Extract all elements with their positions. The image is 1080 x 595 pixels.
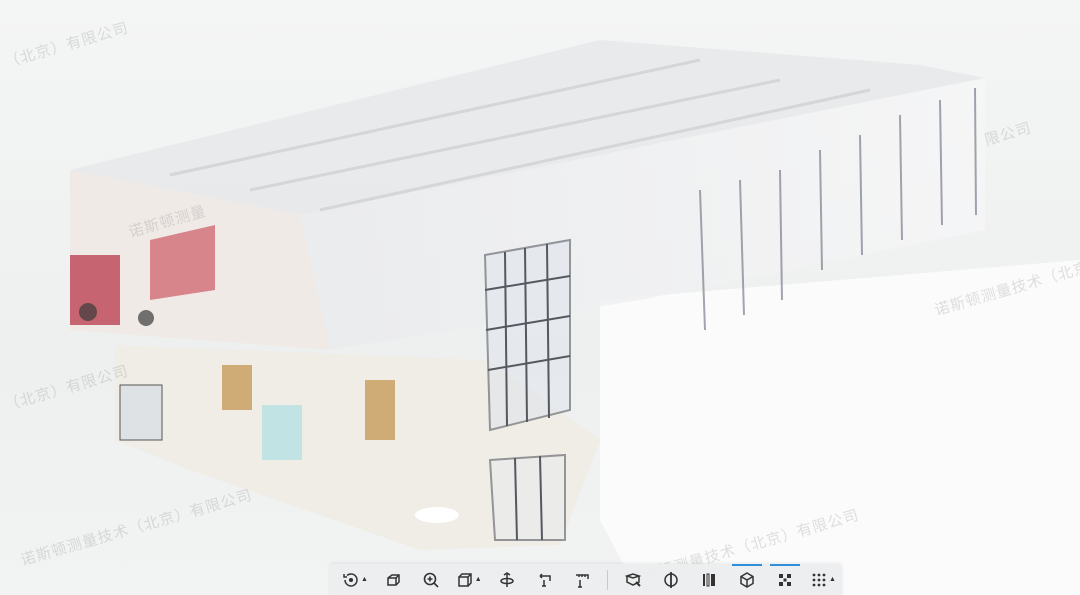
orbit-icon bbox=[343, 572, 358, 587]
view-cube-menu-caret[interactable]: ▲ bbox=[475, 576, 482, 583]
building-right-mass bbox=[600, 260, 1080, 595]
zoom-tool[interactable] bbox=[412, 564, 450, 595]
cube-solid-tool[interactable] bbox=[728, 564, 766, 595]
slice-tool[interactable] bbox=[690, 564, 728, 595]
rotate-icon bbox=[539, 572, 551, 587]
center-icon bbox=[499, 571, 514, 587]
orbit-menu-caret[interactable]: ▲ bbox=[361, 576, 368, 583]
cube-outline-icon bbox=[458, 572, 472, 587]
grid-dots-icon bbox=[812, 573, 826, 586]
cube-solid-icon bbox=[740, 571, 754, 588]
lower-door bbox=[365, 380, 395, 440]
pan-tool[interactable] bbox=[374, 564, 412, 595]
curtain-wall bbox=[483, 238, 571, 541]
lower-door bbox=[222, 365, 252, 410]
box-move-icon bbox=[387, 573, 400, 586]
clip-tool[interactable] bbox=[614, 564, 652, 595]
measure-icon bbox=[576, 573, 590, 588]
floor-light bbox=[415, 507, 459, 523]
point-cloud-scene[interactable] bbox=[0, 0, 1080, 595]
lower-window bbox=[119, 384, 163, 441]
cyan-panel bbox=[262, 405, 302, 460]
plant bbox=[79, 303, 97, 321]
measure-tool[interactable] bbox=[564, 564, 602, 595]
section-tool[interactable] bbox=[652, 564, 690, 595]
rotate-tool[interactable] bbox=[526, 564, 564, 595]
zoom-icon bbox=[423, 572, 439, 588]
clip-icon bbox=[625, 572, 642, 587]
view-cube-tool[interactable]: ▲ bbox=[450, 564, 488, 595]
orbit-tool[interactable]: ▲ bbox=[336, 564, 374, 595]
grid-tool[interactable]: ▲ bbox=[804, 564, 842, 595]
grid-menu-caret[interactable]: ▲ bbox=[829, 576, 836, 583]
toolbar-separator bbox=[607, 569, 609, 590]
section-icon bbox=[664, 571, 679, 588]
plant bbox=[138, 310, 154, 326]
3d-viewport[interactable]: （北京）有限公司 限公司 诺斯顿测量 （北京）有限公司 诺斯顿测量技术（北京）有… bbox=[0, 0, 1080, 595]
center-tool[interactable] bbox=[488, 564, 526, 595]
bottom-toolbar: ▲ ▲ ▲ bbox=[330, 564, 842, 595]
points-icon bbox=[779, 573, 792, 586]
slice-icon bbox=[703, 573, 716, 586]
points-tool[interactable] bbox=[766, 564, 804, 595]
